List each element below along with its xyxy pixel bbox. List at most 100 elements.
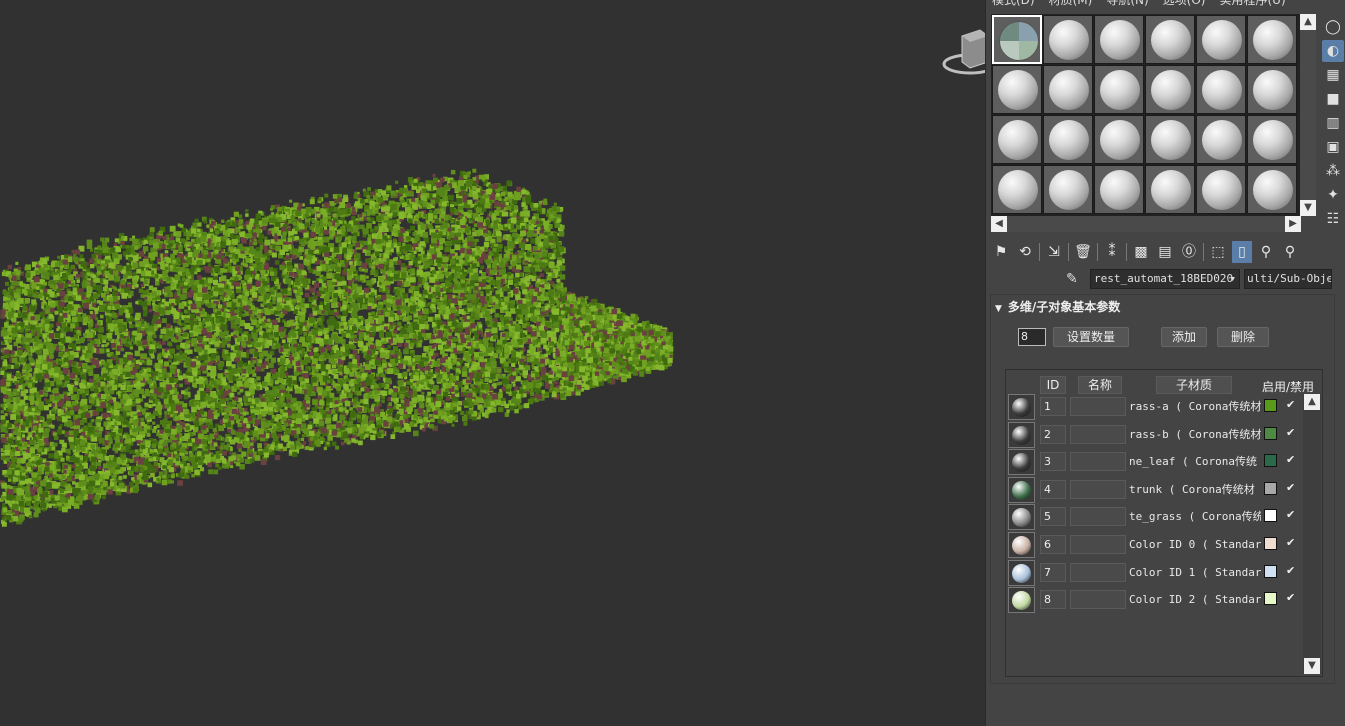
submaterial-preview[interactable] bbox=[1008, 476, 1035, 503]
color-swatch[interactable] bbox=[1264, 399, 1277, 412]
material-slot[interactable] bbox=[1043, 115, 1093, 164]
id-field[interactable]: 1 bbox=[1040, 397, 1066, 416]
rollout-header[interactable]: ▼ 多维/子对象基本参数 bbox=[995, 298, 1120, 315]
id-field[interactable]: 7 bbox=[1040, 562, 1066, 582]
material-slot[interactable] bbox=[1043, 165, 1093, 214]
assign-to-selection-icon[interactable]: ⇲ bbox=[1044, 241, 1064, 263]
name-field[interactable] bbox=[1070, 397, 1126, 416]
material-slot[interactable] bbox=[1094, 15, 1144, 64]
material-slot[interactable] bbox=[1196, 15, 1246, 64]
table-scrollbar[interactable]: ▲ ▼ bbox=[1303, 394, 1321, 674]
submaterial-preview[interactable] bbox=[1008, 559, 1035, 586]
material-name-dropdown[interactable]: rest_automat_18BED020 ▾ bbox=[1090, 269, 1240, 289]
eyedropper-icon[interactable]: ✎ bbox=[1066, 271, 1084, 289]
material-slot[interactable] bbox=[1247, 115, 1297, 164]
submaterial-button[interactable]: rass-a ( Corona传统材 bbox=[1129, 397, 1261, 416]
material-slot[interactable] bbox=[1094, 165, 1144, 214]
background-checker-icon[interactable]: ▦ bbox=[1322, 64, 1344, 86]
color-swatch[interactable] bbox=[1264, 454, 1277, 468]
menu-navigation[interactable]: 导航(N) bbox=[1106, 0, 1148, 8]
id-field[interactable]: 5 bbox=[1040, 507, 1066, 527]
show-end-result-icon[interactable]: ▯ bbox=[1232, 241, 1252, 263]
material-slot[interactable] bbox=[992, 15, 1042, 64]
options-icon[interactable]: ⁂ bbox=[1322, 160, 1344, 182]
submaterial-preview[interactable] bbox=[1008, 587, 1035, 614]
material-slot[interactable] bbox=[1196, 65, 1246, 114]
name-column-header[interactable]: 名称 bbox=[1078, 376, 1122, 394]
material-slot[interactable] bbox=[1094, 65, 1144, 114]
scroll-up-icon[interactable]: ▲ bbox=[1300, 14, 1316, 30]
video-color-check-icon[interactable]: ▥ bbox=[1322, 112, 1344, 134]
submaterial-button[interactable]: trunk ( Corona传统材 bbox=[1129, 480, 1261, 499]
get-material-icon[interactable]: ⚑ bbox=[991, 241, 1011, 263]
submaterial-button[interactable]: Color ID 1 ( Standard bbox=[1129, 563, 1261, 582]
scroll-down-icon[interactable]: ▼ bbox=[1304, 658, 1320, 674]
menu-mode[interactable]: 模式(D) bbox=[992, 0, 1035, 8]
name-field[interactable] bbox=[1070, 452, 1126, 472]
material-slot[interactable] bbox=[992, 165, 1042, 214]
enable-checkbox[interactable]: ✔ bbox=[1286, 564, 1298, 578]
go-to-parent-icon[interactable]: ⚲ bbox=[1256, 241, 1276, 263]
put-to-scene-icon[interactable]: ⟲ bbox=[1015, 241, 1035, 263]
material-slot[interactable] bbox=[1145, 65, 1195, 114]
viewport[interactable] bbox=[0, 0, 985, 726]
select-by-material-icon[interactable]: ✦ bbox=[1322, 184, 1344, 206]
enable-checkbox[interactable]: ✔ bbox=[1286, 591, 1298, 605]
material-slot[interactable] bbox=[1043, 15, 1093, 64]
color-swatch[interactable] bbox=[1264, 564, 1277, 578]
submaterial-button[interactable]: te_grass ( Corona传统 bbox=[1129, 507, 1261, 526]
color-swatch[interactable] bbox=[1264, 481, 1277, 495]
submaterial-preview[interactable] bbox=[1008, 532, 1035, 558]
scroll-up-icon[interactable]: ▲ bbox=[1304, 394, 1320, 410]
name-field[interactable] bbox=[1070, 590, 1126, 610]
submaterial-preview[interactable] bbox=[1008, 394, 1035, 420]
material-type-button[interactable]: ulti/Sub-Objec bbox=[1244, 269, 1332, 289]
enable-checkbox[interactable]: ✔ bbox=[1286, 426, 1298, 440]
id-field[interactable]: 8 bbox=[1040, 590, 1066, 610]
material-slot[interactable] bbox=[1247, 15, 1297, 64]
material-id-channel-icon[interactable]: ⓪ bbox=[1179, 241, 1199, 263]
slot-vertical-scrollbar[interactable]: ▲ ▼ bbox=[1300, 14, 1316, 216]
name-field[interactable] bbox=[1070, 507, 1126, 527]
enable-checkbox[interactable]: ✔ bbox=[1286, 453, 1298, 467]
name-field[interactable] bbox=[1070, 535, 1126, 554]
material-count-input[interactable]: 8 bbox=[1018, 328, 1046, 346]
material-slot[interactable] bbox=[1043, 65, 1093, 114]
enable-checkbox[interactable]: ✔ bbox=[1286, 481, 1298, 495]
set-count-button[interactable]: 设置数量 bbox=[1053, 327, 1129, 347]
enable-checkbox[interactable]: ✔ bbox=[1286, 398, 1298, 412]
save-icon[interactable]: ▤ bbox=[1155, 241, 1175, 263]
material-slot[interactable] bbox=[1247, 165, 1297, 214]
menu-options[interactable]: 选项(O) bbox=[1163, 0, 1206, 8]
submaterial-button[interactable]: rass-b ( Corona传统材 bbox=[1129, 425, 1261, 444]
submaterial-column-header[interactable]: 子材质 bbox=[1156, 376, 1232, 394]
color-swatch[interactable] bbox=[1264, 537, 1277, 550]
scroll-right-icon[interactable]: ▶ bbox=[1285, 216, 1301, 232]
name-field[interactable] bbox=[1070, 562, 1126, 582]
make-unique-icon[interactable]: ⁑ bbox=[1102, 241, 1122, 263]
show-in-viewport-icon[interactable]: ⬚ bbox=[1208, 241, 1228, 263]
submaterial-button[interactable]: Color ID 0 ( Standard bbox=[1129, 535, 1261, 554]
grass-scatter-object[interactable] bbox=[0, 0, 985, 726]
material-navigator-icon[interactable]: ☷ bbox=[1322, 208, 1344, 230]
material-slot[interactable] bbox=[1145, 15, 1195, 64]
delete-button[interactable]: 删除 bbox=[1217, 327, 1269, 347]
id-field[interactable]: 6 bbox=[1040, 535, 1066, 554]
id-column-header[interactable]: ID bbox=[1040, 376, 1066, 394]
put-to-library-icon[interactable]: ▩ bbox=[1131, 241, 1151, 263]
scroll-down-icon[interactable]: ▼ bbox=[1300, 200, 1316, 216]
color-swatch[interactable] bbox=[1264, 509, 1277, 523]
submaterial-button[interactable]: Color ID 2 ( Standard bbox=[1129, 590, 1261, 609]
submaterial-preview[interactable] bbox=[1008, 421, 1035, 448]
name-field[interactable] bbox=[1070, 424, 1126, 444]
sample-type-icon[interactable]: ◯ bbox=[1322, 16, 1344, 38]
color-swatch[interactable] bbox=[1264, 426, 1277, 440]
material-slot[interactable] bbox=[1145, 115, 1195, 164]
material-slot[interactable] bbox=[1196, 115, 1246, 164]
material-slot[interactable] bbox=[1247, 65, 1297, 114]
color-swatch[interactable] bbox=[1264, 592, 1277, 606]
go-forward-sibling-icon[interactable]: ⚲ bbox=[1280, 241, 1300, 263]
enable-checkbox[interactable]: ✔ bbox=[1286, 536, 1298, 550]
id-field[interactable]: 2 bbox=[1040, 424, 1066, 444]
material-slot[interactable] bbox=[992, 65, 1042, 114]
